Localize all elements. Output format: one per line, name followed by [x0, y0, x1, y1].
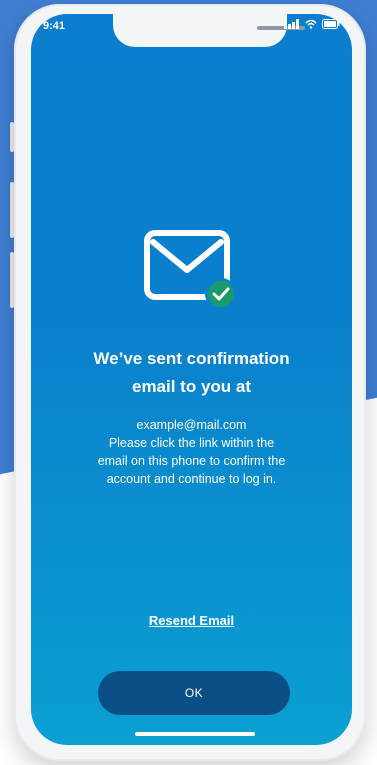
title-line: email to you at [131, 377, 252, 396]
resend-email-link[interactable]: Resend Email [91, 613, 292, 628]
page: 9:41 We’ve sent confirmation email to yo… [0, 0, 377, 765]
ok-button[interactable]: OK [98, 671, 290, 715]
status-time: 9:41 [43, 20, 66, 32]
battery-icon [322, 19, 340, 29]
instructions-line: email on this phone to confirm the [97, 454, 286, 468]
confirmation-title: We’ve sent confirmation email to you at [41, 345, 342, 401]
mail-check-icon [144, 230, 236, 310]
phone-screen: 9:41 We’ve sent confirmation email to yo… [31, 14, 352, 745]
instructions-line: Please click the link within the [108, 436, 275, 450]
status-icons [284, 19, 340, 29]
instructions-line: account and continue to log in. [106, 472, 277, 486]
wifi-icon [305, 19, 317, 29]
home-indicator [135, 732, 255, 736]
title-line: We’ve sent confirmation [93, 349, 290, 368]
confirmation-message: example@mail.com Please click the link w… [41, 416, 342, 488]
signal-icon [284, 19, 299, 29]
phone-notch [113, 14, 305, 47]
email-address: example@mail.com [136, 418, 247, 432]
